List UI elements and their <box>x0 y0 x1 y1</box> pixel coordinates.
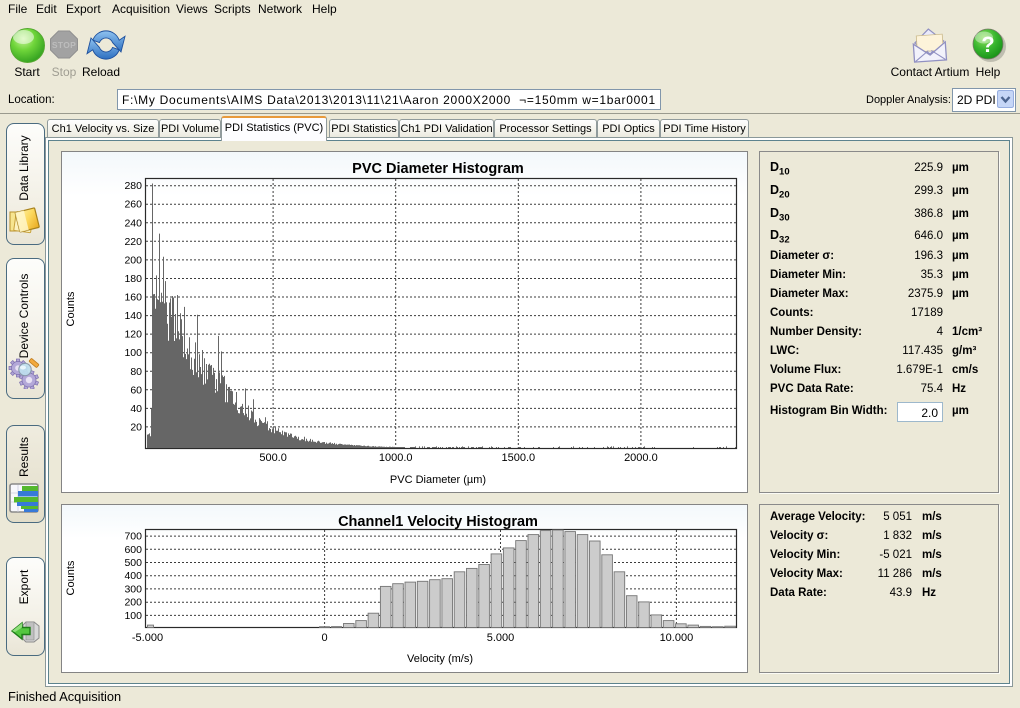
svg-text:300: 300 <box>124 583 142 595</box>
svg-text:500: 500 <box>124 557 142 569</box>
svg-text:5.000: 5.000 <box>487 632 515 644</box>
svg-text:1000.0: 1000.0 <box>379 452 413 464</box>
svg-text:500.0: 500.0 <box>259 452 287 464</box>
svg-text:Counts: Counts <box>65 560 77 595</box>
svg-text:700: 700 <box>124 531 142 543</box>
svg-text:200: 200 <box>124 597 142 609</box>
svg-text:140: 140 <box>124 310 142 322</box>
svg-text:100: 100 <box>124 610 142 622</box>
svg-text:260: 260 <box>124 199 142 211</box>
svg-text:0: 0 <box>322 632 328 644</box>
svg-text:Counts: Counts <box>65 291 77 326</box>
svg-text:PVC Diameter (µm): PVC Diameter (µm) <box>390 474 486 486</box>
svg-text:20: 20 <box>130 421 142 433</box>
svg-text:Channel1 Velocity Histogram: Channel1 Velocity Histogram <box>338 514 538 530</box>
svg-text:600: 600 <box>124 544 142 556</box>
svg-text:100: 100 <box>124 347 142 359</box>
svg-text:80: 80 <box>130 366 142 378</box>
svg-text:240: 240 <box>124 217 142 229</box>
svg-text:Velocity (m/s): Velocity (m/s) <box>407 653 473 665</box>
svg-text:1500.0: 1500.0 <box>501 452 535 464</box>
svg-text:40: 40 <box>130 403 142 415</box>
svg-text:400: 400 <box>124 570 142 582</box>
svg-text:2000.0: 2000.0 <box>624 452 658 464</box>
svg-text:120: 120 <box>124 329 142 341</box>
svg-text:PVC Diameter Histogram: PVC Diameter Histogram <box>352 161 524 177</box>
svg-text:-5.000: -5.000 <box>132 632 163 644</box>
svg-text:220: 220 <box>124 236 142 248</box>
svg-text:280: 280 <box>124 180 142 192</box>
svg-text:10.000: 10.000 <box>660 632 694 644</box>
svg-text:160: 160 <box>124 292 142 304</box>
svg-text:180: 180 <box>124 273 142 285</box>
svg-text:200: 200 <box>124 254 142 266</box>
svg-text:60: 60 <box>130 384 142 396</box>
